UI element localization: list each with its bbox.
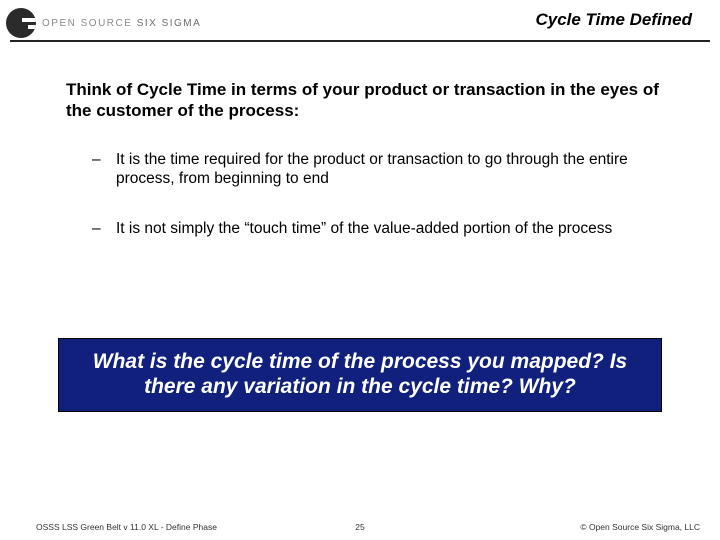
page-title: Cycle Time Defined: [535, 10, 692, 30]
logo-text-b: SIX SIGMA: [137, 18, 202, 29]
bullet-text: It is the time required for the product …: [116, 150, 662, 189]
dash-icon: –: [92, 219, 116, 238]
footer-copyright: © Open Source Six Sigma, LLC: [580, 522, 700, 532]
logo-text-a: OPEN SOURCE: [42, 18, 132, 29]
list-item: – It is not simply the “touch time” of t…: [92, 219, 662, 238]
bullet-text: It is not simply the “touch time” of the…: [116, 219, 662, 238]
list-item: – It is the time required for the produc…: [92, 150, 662, 189]
callout-box: What is the cycle time of the process yo…: [58, 338, 662, 412]
dash-icon: –: [92, 150, 116, 189]
bullet-list: – It is the time required for the produc…: [92, 150, 662, 268]
intro-text: Think of Cycle Time in terms of your pro…: [66, 80, 666, 121]
logo-text: OPEN SOURCE SIX SIGMA: [42, 18, 201, 29]
title-rule: [10, 40, 710, 42]
slide: OPEN SOURCE SIX SIGMA Cycle Time Defined…: [0, 0, 720, 540]
header: OPEN SOURCE SIX SIGMA Cycle Time Defined: [0, 6, 720, 42]
logo-icon: [6, 8, 36, 38]
logo: OPEN SOURCE SIX SIGMA: [6, 8, 201, 38]
